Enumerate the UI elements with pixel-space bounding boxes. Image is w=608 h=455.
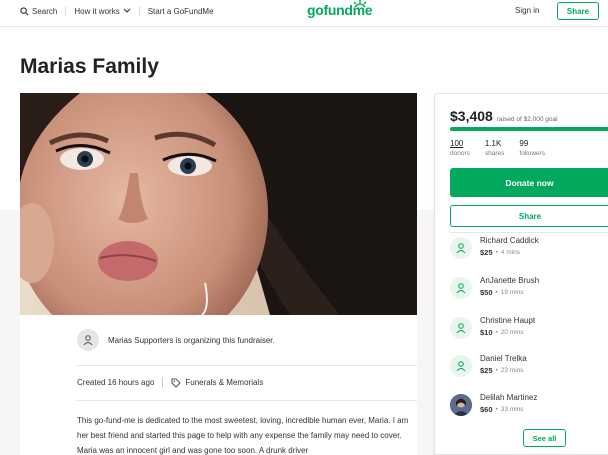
campaign-story: This go-fund-me is dedicated to the most… xyxy=(77,416,409,455)
nav-divider xyxy=(65,6,67,16)
raised-summary: $3,408 raised of $2,000 goal xyxy=(450,108,558,124)
donor-item: Richard Caddick $25 • 4 mins xyxy=(450,235,539,265)
category-label: Funerals & Memorials xyxy=(185,378,264,387)
campaign-stats: 100 donors 1.1K shares 99 followers xyxy=(450,139,545,159)
raised-amount: $3,408 xyxy=(450,108,493,124)
donor-amount: $60 xyxy=(480,405,493,414)
see-all-button[interactable]: See all xyxy=(523,429,566,447)
organizer-avatar xyxy=(77,329,99,351)
start-gofundme-label: Start a GoFundMe xyxy=(147,6,214,16)
followers-count: 99 xyxy=(519,139,529,148)
donor-info: AnJanette Brush $50 • 19 mins xyxy=(480,275,539,299)
user-icon xyxy=(456,323,466,334)
donor-item: Christine Haupt $10 • 20 mins xyxy=(450,315,535,345)
donation-sidebar: $3,408 raised of $2,000 goal 100 donors … xyxy=(434,93,608,455)
donor-item: AnJanette Brush $50 • 19 mins xyxy=(450,275,539,305)
donor-dot: • xyxy=(495,329,498,336)
donor-dot: • xyxy=(495,367,498,374)
donor-amount: $25 xyxy=(480,366,493,375)
donor-item: Delilah Martinez $60 • 33 mins xyxy=(450,392,537,422)
donor-amount: $25 xyxy=(480,248,493,257)
donor-detail: $25 • 23 mins xyxy=(480,365,527,377)
donor-avatar xyxy=(450,355,472,377)
donor-amount: $50 xyxy=(480,288,493,297)
donor-amount: $10 xyxy=(480,328,493,337)
donor-avatar xyxy=(450,237,472,259)
donors-label: donors xyxy=(450,150,470,157)
person-photo-icon xyxy=(450,394,472,416)
donor-dot: • xyxy=(495,249,498,256)
header-nav: Search How it works Start a GoFundMe xyxy=(20,0,214,22)
search-label: Search xyxy=(32,6,58,16)
donor-info: Daniel Trelka $25 • 23 mins xyxy=(480,353,527,377)
donor-time: 23 mins xyxy=(500,367,524,374)
donor-photo-avatar xyxy=(450,394,472,416)
donor-name: Daniel Trelka xyxy=(480,354,527,363)
sign-in-link[interactable]: Sign in xyxy=(515,6,539,15)
header-share-button[interactable]: Share xyxy=(557,2,599,20)
organizer-text: Marias Supporters is organizing this fun… xyxy=(108,335,275,345)
how-it-works-menu[interactable]: How it works xyxy=(74,6,131,16)
campaign-meta: Created 16 hours ago Funerals & Memorial… xyxy=(77,377,263,388)
donor-time: 4 mins xyxy=(500,249,520,256)
sidebar-divider xyxy=(450,232,608,233)
tag-icon xyxy=(171,378,182,388)
details-divider xyxy=(77,365,417,366)
followers-label: followers xyxy=(519,150,546,157)
donor-dot: • xyxy=(495,406,498,413)
donor-time: 20 mins xyxy=(500,329,524,336)
user-icon xyxy=(456,243,466,254)
donors-count: 100 xyxy=(450,139,464,148)
organizer-row: Marias Supporters is organizing this fun… xyxy=(77,329,275,351)
logo-sun-icon xyxy=(353,0,367,8)
progress-fill xyxy=(450,127,608,131)
stat-donors[interactable]: 100 donors xyxy=(450,139,470,159)
progress-bar xyxy=(450,127,608,131)
chevron-down-icon xyxy=(123,8,131,13)
how-it-works-label: How it works xyxy=(74,6,120,16)
donor-detail: $50 • 19 mins xyxy=(480,287,539,299)
raised-goal: raised of $2,000 goal xyxy=(496,116,558,123)
shares-label: shares xyxy=(484,150,505,157)
donor-item: Daniel Trelka $25 • 23 mins xyxy=(450,353,527,383)
stat-shares: 1.1K shares xyxy=(485,139,505,159)
user-icon xyxy=(456,283,466,294)
user-icon xyxy=(456,361,466,372)
donor-detail: $60 • 33 mins xyxy=(480,404,537,416)
donor-detail: $10 • 20 mins xyxy=(480,327,535,339)
sidebar-share-button[interactable]: Share xyxy=(450,205,608,227)
donor-time: 19 mins xyxy=(500,289,524,296)
donor-name: Richard Caddick xyxy=(480,236,539,245)
campaign-details: Marias Supporters is organizing this fun… xyxy=(20,315,417,455)
start-gofundme-link[interactable]: Start a GoFundMe xyxy=(148,7,214,16)
donor-avatar xyxy=(450,277,472,299)
created-date: Created 16 hours ago xyxy=(77,378,155,387)
meta-divider xyxy=(162,377,164,388)
donor-name: Christine Haupt xyxy=(480,316,536,325)
donor-info: Delilah Martinez $60 • 33 mins xyxy=(480,392,537,416)
site-header: Search How it works Start a GoFundMe gof… xyxy=(0,0,608,27)
donor-time: 33 mins xyxy=(500,406,524,413)
campaign-photo[interactable] xyxy=(20,93,417,315)
donor-name: Delilah Martinez xyxy=(480,393,538,402)
shares-count: 1.1K xyxy=(484,139,502,148)
donor-detail: $25 • 4 mins xyxy=(480,247,539,259)
search-button[interactable]: Search xyxy=(20,7,57,16)
donor-dot: • xyxy=(495,289,498,296)
campaign-title: Marias Family xyxy=(20,55,159,78)
donor-name: AnJanette Brush xyxy=(480,276,540,285)
stat-followers: 99 followers xyxy=(519,139,545,159)
category-link[interactable]: Funerals & Memorials xyxy=(171,378,263,388)
donate-now-button[interactable]: Donate now xyxy=(450,168,608,197)
nav-divider xyxy=(138,6,140,16)
details-divider xyxy=(77,400,417,401)
donor-info: Richard Caddick $25 • 4 mins xyxy=(480,235,539,259)
donor-avatar xyxy=(450,317,472,339)
search-icon xyxy=(20,6,29,15)
user-icon xyxy=(83,335,93,346)
donor-info: Christine Haupt $10 • 20 mins xyxy=(480,315,535,339)
campaign-photo-image xyxy=(20,93,417,315)
